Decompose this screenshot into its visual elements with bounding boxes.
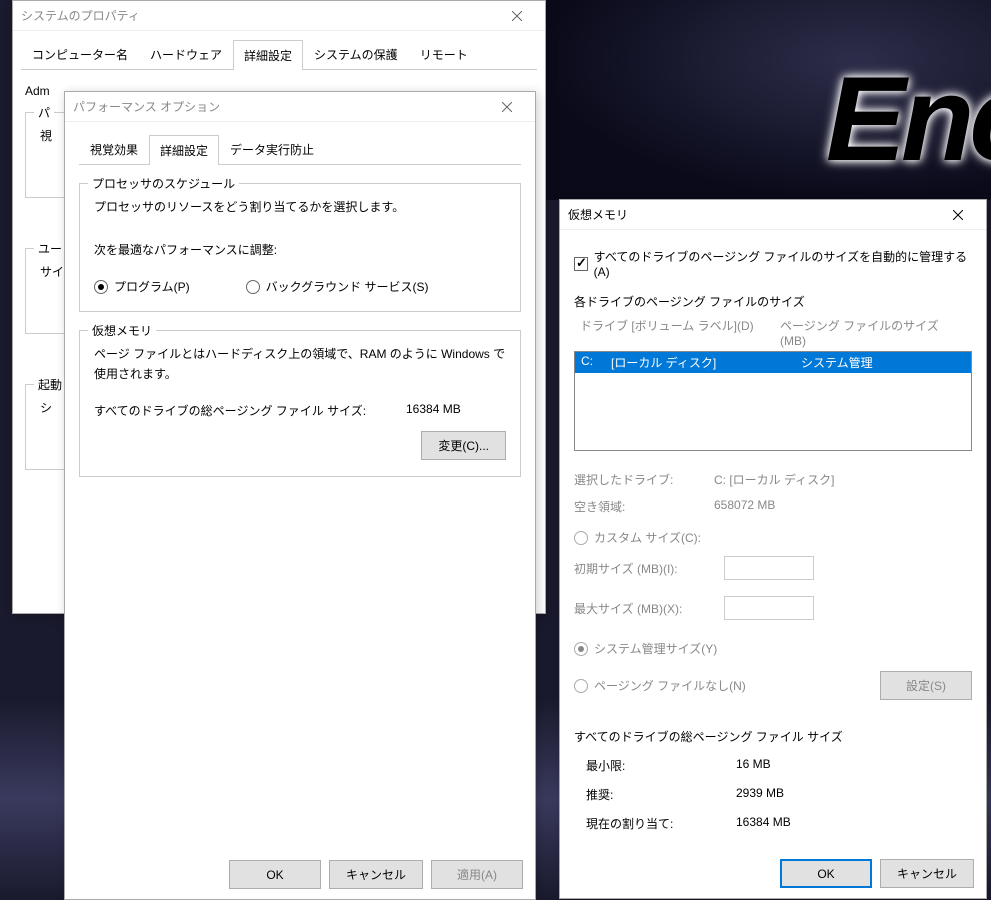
tab-visual-effects[interactable]: 視覚効果	[79, 134, 149, 164]
radio-system-managed: システム管理サイズ(Y)	[574, 640, 972, 657]
description-text: ページ ファイルとはハードディスク上の領域で、RAM のように Windows …	[94, 345, 506, 383]
adjust-label: 次を最適なパフォーマンスに調整:	[94, 241, 506, 260]
cancel-button[interactable]: キャンセル	[329, 860, 423, 889]
processor-scheduling-group: プロセッサのスケジュール プロセッサのリソースをどう割り当てるかを選択します。 …	[79, 183, 521, 312]
titlebar[interactable]: システムのプロパティ	[13, 1, 545, 31]
drive-row[interactable]: C: [ローカル ディスク] システム管理	[575, 352, 971, 373]
radio-label: ページング ファイルなし(N)	[594, 677, 746, 694]
tab-advanced[interactable]: 詳細設定	[233, 40, 303, 70]
recommended-value: 2939 MB	[736, 786, 784, 803]
initial-size-row: 初期サイズ (MB)(I):	[574, 556, 972, 580]
radio-icon	[574, 531, 588, 545]
initial-size-input	[724, 556, 814, 580]
total-paging-row: すべてのドライブの総ページング ファイル サイズ: 16384 MB	[94, 402, 506, 419]
totals-section-label: すべてのドライブの総ページング ファイル サイズ	[574, 728, 972, 745]
close-icon[interactable]	[497, 1, 537, 31]
dialog-title: 仮想メモリ	[568, 206, 938, 223]
radio-icon	[574, 679, 588, 693]
recommended-label: 推奨:	[586, 786, 736, 803]
dialog-title: システムのプロパティ	[21, 7, 497, 24]
current-row: 現在の割り当て: 16384 MB	[574, 815, 972, 832]
virtual-memory-group: 仮想メモリ ページ ファイルとはハードディスク上の領域で、RAM のように Wi…	[79, 330, 521, 476]
dialog-title: パフォーマンス オプション	[73, 98, 487, 115]
titlebar[interactable]: パフォーマンス オプション	[65, 92, 535, 122]
tab-hardware[interactable]: ハードウェア	[139, 39, 233, 69]
set-button: 設定(S)	[880, 671, 972, 700]
checkbox-label: すべてのドライブのページング ファイルのサイズを自動的に管理する(A)	[594, 248, 972, 279]
free-space-label: 空き領域:	[574, 498, 714, 515]
tab-advanced[interactable]: 詳細設定	[149, 135, 219, 165]
col-size-header: ページング ファイルのサイズ (MB)	[780, 317, 966, 348]
free-space-row: 空き領域: 658072 MB	[574, 498, 972, 515]
group-title: プロセッサのスケジュール	[88, 175, 239, 192]
ok-button[interactable]: OK	[780, 859, 872, 888]
tab-dep[interactable]: データ実行防止	[219, 134, 325, 164]
selected-drive-value: C: [ローカル ディスク]	[714, 471, 972, 488]
drive-letter: C:	[581, 354, 611, 371]
max-size-row: 最大サイズ (MB)(X):	[574, 596, 972, 620]
radio-no-paging: ページング ファイルなし(N)	[574, 677, 880, 694]
recommended-row: 推奨: 2939 MB	[574, 786, 972, 803]
group-title: 起動	[34, 376, 66, 393]
dialog-buttons: OK キャンセル 適用(A)	[229, 860, 523, 889]
ok-button[interactable]: OK	[229, 860, 321, 889]
min-value: 16 MB	[736, 757, 771, 774]
group-title: 仮想メモリ	[88, 322, 156, 339]
desktop-background: Enc	[541, 0, 991, 200]
dialog-body: すべてのドライブのページング ファイルのサイズを自動的に管理する(A) 各ドライ…	[560, 230, 986, 846]
no-paging-row: ページング ファイルなし(N) 設定(S)	[574, 671, 972, 700]
close-icon[interactable]	[487, 92, 527, 122]
drive-size: システム管理	[801, 354, 873, 371]
col-drive-header: ドライブ [ボリューム ラベル](D)	[580, 317, 780, 348]
close-icon[interactable]	[938, 200, 978, 230]
free-space-value: 658072 MB	[714, 498, 972, 515]
description-text: プロセッサのリソースをどう割り当てるかを選択します。	[94, 198, 506, 217]
apply-button[interactable]: 適用(A)	[431, 860, 523, 889]
virtual-memory-dialog: 仮想メモリ すべてのドライブのページング ファイルのサイズを自動的に管理する(A…	[559, 199, 987, 899]
radio-label: バックグラウンド サービス(S)	[266, 278, 429, 295]
radio-icon	[574, 642, 588, 656]
radio-label: プログラム(P)	[114, 278, 190, 295]
performance-options-dialog: パフォーマンス オプション 視覚効果 詳細設定 データ実行防止 プロセッサのスケ…	[64, 91, 536, 900]
list-header: ドライブ [ボリューム ラベル](D) ページング ファイルのサイズ (MB)	[574, 314, 972, 351]
max-size-label: 最大サイズ (MB)(X):	[574, 600, 714, 617]
cancel-button[interactable]: キャンセル	[880, 859, 974, 888]
radio-background-services[interactable]: バックグラウンド サービス(S)	[246, 278, 429, 295]
total-paging-label: すべてのドライブの総ページング ファイル サイズ:	[94, 402, 406, 419]
radio-label: システム管理サイズ(Y)	[594, 640, 717, 657]
radio-label: カスタム サイズ(C):	[594, 529, 701, 546]
dialog-body: 視覚効果 詳細設定 データ実行防止 プロセッサのスケジュール プロセッサのリソー…	[65, 122, 535, 485]
tab-computer-name[interactable]: コンピューター名	[21, 39, 139, 69]
tab-system-protection[interactable]: システムの保護	[303, 39, 409, 69]
current-value: 16384 MB	[736, 815, 791, 832]
auto-manage-checkbox[interactable]: すべてのドライブのページング ファイルのサイズを自動的に管理する(A)	[574, 248, 972, 279]
radio-group: プログラム(P) バックグラウンド サービス(S)	[94, 278, 506, 295]
max-size-input	[724, 596, 814, 620]
dialog-buttons: OK キャンセル	[780, 859, 974, 888]
button-row: 変更(C)...	[94, 431, 506, 460]
current-label: 現在の割り当て:	[586, 815, 736, 832]
radio-custom-size: カスタム サイズ(C):	[574, 529, 972, 546]
radio-icon	[246, 280, 260, 294]
checkbox-icon	[574, 257, 588, 271]
tab-bar: コンピューター名 ハードウェア 詳細設定 システムの保護 リモート	[21, 39, 537, 70]
radio-icon	[94, 280, 108, 294]
drive-label: [ローカル ディスク]	[611, 354, 801, 371]
initial-size-label: 初期サイズ (MB)(I):	[574, 560, 714, 577]
min-label: 最小限:	[586, 757, 736, 774]
tab-remote[interactable]: リモート	[409, 39, 479, 69]
total-paging-value: 16384 MB	[406, 402, 506, 419]
selected-drive-row: 選択したドライブ: C: [ローカル ディスク]	[574, 471, 972, 488]
radio-programs[interactable]: プログラム(P)	[94, 278, 190, 295]
change-button[interactable]: 変更(C)...	[421, 431, 506, 460]
group-title: パ	[34, 104, 54, 121]
drive-list[interactable]: C: [ローカル ディスク] システム管理	[574, 351, 972, 451]
selected-drive-label: 選択したドライブ:	[574, 471, 714, 488]
drives-section-label: 各ドライブのページング ファイルのサイズ	[574, 293, 972, 310]
tab-bar: 視覚効果 詳細設定 データ実行防止	[79, 134, 521, 165]
group-title: ユー	[34, 240, 66, 257]
min-row: 最小限: 16 MB	[574, 757, 972, 774]
wallpaper-text: Enc	[826, 50, 991, 188]
titlebar[interactable]: 仮想メモリ	[560, 200, 986, 230]
